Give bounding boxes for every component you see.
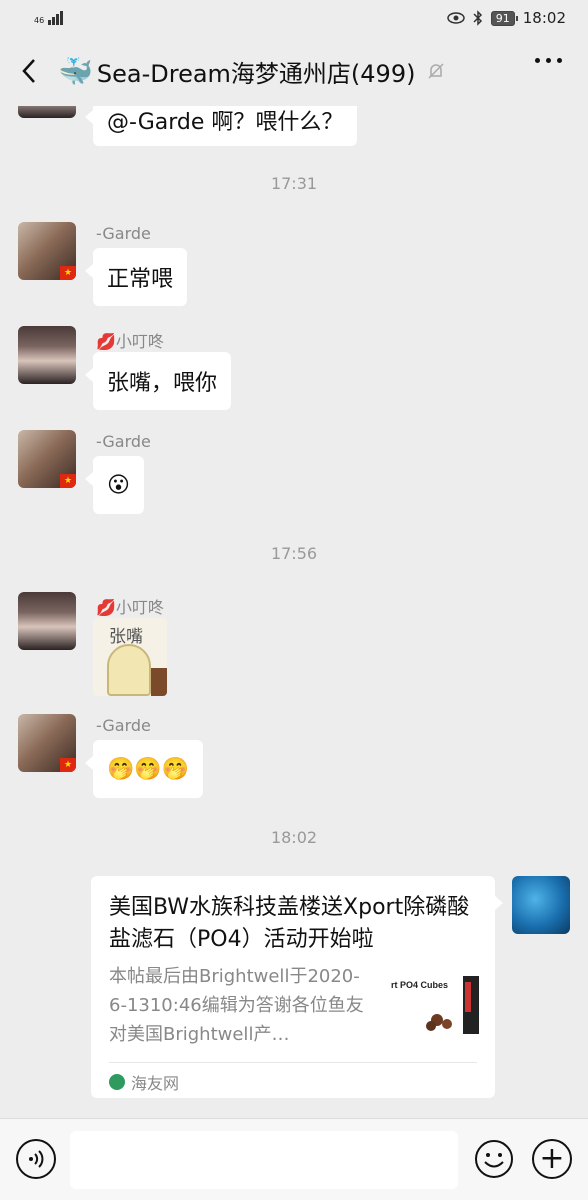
sender-name: -Garde bbox=[96, 432, 151, 451]
more-button[interactable] bbox=[535, 58, 562, 63]
lips-icon: 💋 bbox=[96, 332, 116, 351]
whale-icon: 🐳 bbox=[58, 54, 93, 88]
clock: 18:02 bbox=[522, 9, 566, 27]
message-bubble[interactable]: 正常喂 bbox=[84, 248, 188, 306]
chat-header: 🐳 Sea-Dream海梦通州店(499) bbox=[0, 36, 588, 106]
message-bubble[interactable]: 张嘴，喂你 bbox=[84, 352, 232, 410]
plus-icon: + bbox=[539, 1141, 565, 1176]
message-input[interactable] bbox=[70, 1131, 458, 1189]
timestamp: 18:02 bbox=[270, 828, 318, 847]
sender-name: 💋小叮咚 bbox=[96, 598, 164, 617]
eye-icon bbox=[447, 12, 465, 24]
avatar[interactable] bbox=[18, 106, 76, 118]
chat-title: 🐳 Sea-Dream海梦通州店(499) bbox=[58, 54, 447, 89]
message-text: 🤭🤭🤭 bbox=[107, 756, 190, 782]
message-list[interactable]: @-Garde 啊？喂什么？ 17:31 ★ -Garde 正常喂 💋小叮咚 张… bbox=[0, 106, 588, 1118]
input-bar: + bbox=[0, 1118, 588, 1200]
back-arrow-icon bbox=[22, 59, 35, 83]
battery-indicator: 91 bbox=[490, 10, 518, 26]
back-button[interactable] bbox=[0, 36, 58, 106]
avatar[interactable]: ★ bbox=[18, 714, 76, 772]
link-source: 海友网 bbox=[109, 1070, 179, 1094]
message-bubble[interactable]: @-Garde 啊？喂什么？ bbox=[84, 106, 358, 146]
avatar[interactable] bbox=[18, 592, 76, 650]
site-icon bbox=[109, 1074, 125, 1090]
message-text: @-Garde 啊？喂什么？ bbox=[107, 110, 344, 135]
link-description: 本帖最后由Brightwell于2020-6-1310:46编辑为答谢各位鱼友对… bbox=[109, 966, 364, 1045]
bluetooth-icon bbox=[473, 10, 482, 26]
message-bubble[interactable]: 😮 bbox=[85, 456, 144, 514]
plus-button[interactable]: + bbox=[532, 1139, 572, 1179]
svg-text:rt PO4 Cubes: rt PO4 Cubes bbox=[391, 980, 448, 990]
bell-off-icon bbox=[428, 63, 444, 79]
avatar[interactable]: ★ bbox=[18, 222, 76, 280]
voice-button[interactable] bbox=[16, 1139, 56, 1179]
link-thumbnail: rt PO4 Cubes bbox=[391, 976, 479, 1034]
status-bar: 46 91 18:02 bbox=[0, 0, 588, 36]
emoji-icon[interactable] bbox=[474, 1139, 514, 1179]
my-avatar[interactable] bbox=[512, 876, 570, 934]
avatar[interactable] bbox=[18, 326, 76, 384]
avatar[interactable]: ★ bbox=[18, 430, 76, 488]
link-title: 美国BW水族科技盖楼送Xport除磷酸盐滤石（PO4）活动开始啦 bbox=[109, 895, 470, 952]
network-type: 46 bbox=[34, 16, 45, 25]
sender-name: 💋小叮咚 bbox=[96, 332, 164, 351]
sender-name: -Garde bbox=[96, 716, 151, 735]
link-card[interactable]: 美国BW水族科技盖楼送Xport除磷酸盐滤石（PO4）活动开始啦 本帖最后由Br… bbox=[91, 876, 503, 1098]
timestamp: 17:56 bbox=[270, 544, 318, 563]
lips-icon: 💋 bbox=[96, 598, 116, 617]
message-text: 正常喂 bbox=[107, 267, 174, 292]
message-bubble[interactable]: 🤭🤭🤭 bbox=[84, 740, 204, 798]
signal-icon: 46 bbox=[34, 11, 64, 25]
message-text: 😮 bbox=[107, 472, 130, 498]
timestamp: 17:31 bbox=[270, 174, 318, 193]
sender-name: -Garde bbox=[96, 224, 151, 243]
sticker-image[interactable]: 张嘴 bbox=[93, 618, 167, 696]
message-text: 张嘴，喂你 bbox=[107, 371, 218, 396]
voice-icon bbox=[29, 1150, 44, 1168]
group-name: Sea-Dream海梦通州店(499) bbox=[96, 59, 416, 88]
